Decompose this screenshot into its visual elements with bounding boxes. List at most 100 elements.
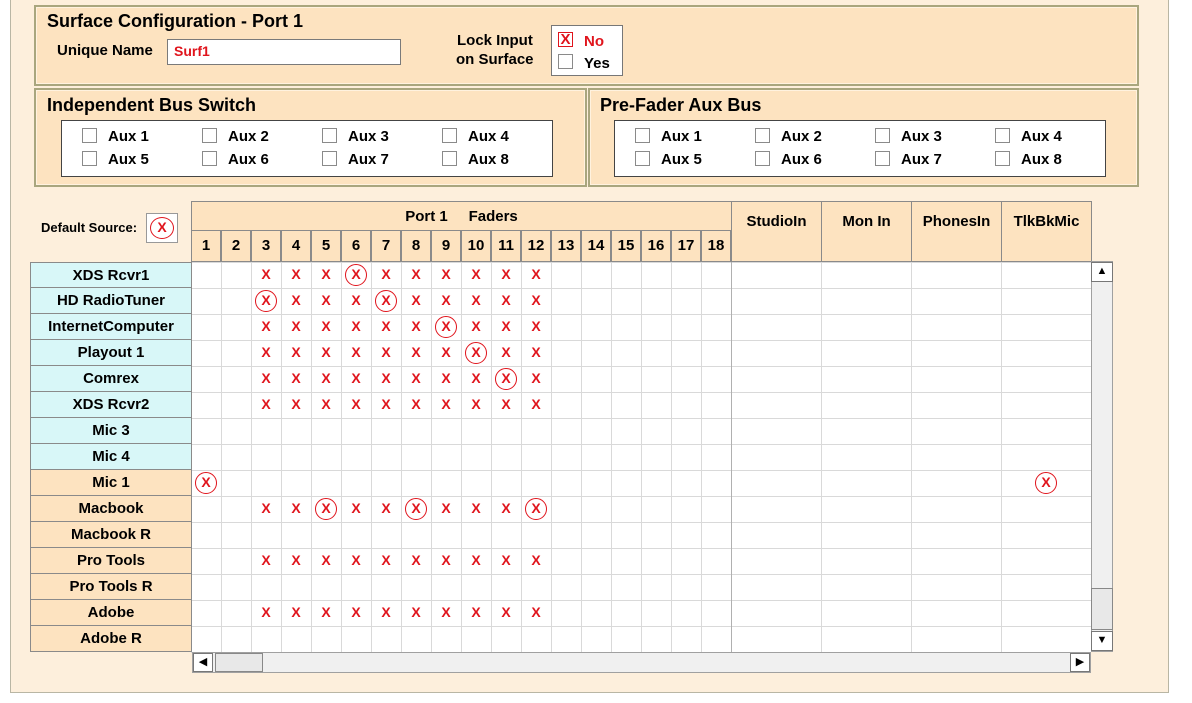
assignment-mark[interactable]: X	[468, 318, 484, 334]
assignment-mark[interactable]: X	[318, 552, 334, 568]
assignment-mark[interactable]: X	[258, 370, 274, 386]
assignment-mark[interactable]: X	[288, 396, 304, 412]
pfa-aux-checkbox[interactable]	[995, 151, 1010, 166]
pfa-aux-checkbox[interactable]	[875, 151, 890, 166]
assignment-mark[interactable]: X	[498, 318, 514, 334]
source-row-label[interactable]: XDS Rcvr1	[30, 262, 192, 288]
pfa-aux-checkbox[interactable]	[755, 151, 770, 166]
assignment-mark[interactable]: X	[408, 318, 424, 334]
assignment-mark[interactable]: X	[438, 344, 454, 360]
ibs-aux-checkbox[interactable]	[202, 151, 217, 166]
ibs-aux-item[interactable]: Aux 3	[322, 128, 422, 146]
assignment-mark[interactable]: X	[468, 604, 484, 620]
assignment-mark[interactable]: X	[438, 500, 454, 516]
assignment-mark[interactable]: X	[528, 344, 544, 360]
horizontal-scrollbar[interactable]	[192, 652, 1091, 673]
assignment-mark[interactable]: X	[438, 266, 454, 282]
assignment-mark[interactable]: X	[498, 266, 514, 282]
ibs-aux-checkbox[interactable]	[202, 128, 217, 143]
assignment-mark[interactable]: X	[378, 552, 394, 568]
assignment-mark[interactable]: X	[288, 370, 304, 386]
assignment-mark[interactable]: X	[288, 500, 304, 516]
assignment-mark[interactable]: X	[468, 500, 484, 516]
ibs-aux-item[interactable]: Aux 4	[442, 128, 542, 146]
assignment-mark-selected[interactable]: X	[345, 264, 367, 286]
assignment-mark[interactable]: X	[438, 370, 454, 386]
assignment-mark[interactable]: X	[348, 396, 364, 412]
assignment-mark[interactable]: X	[528, 292, 544, 308]
assignment-mark[interactable]: X	[408, 604, 424, 620]
assignment-mark[interactable]: X	[258, 344, 274, 360]
assignment-mark[interactable]: X	[378, 604, 394, 620]
assignment-mark[interactable]: X	[528, 266, 544, 282]
assignment-mark-selected[interactable]: X	[405, 498, 427, 520]
default-source-mark[interactable]: X	[150, 217, 174, 239]
assignment-mark-selected[interactable]: X	[255, 290, 277, 312]
assignment-mark[interactable]: X	[378, 266, 394, 282]
assignment-mark[interactable]: X	[528, 552, 544, 568]
assignment-mark[interactable]: X	[348, 604, 364, 620]
source-row-label[interactable]: Adobe R	[30, 626, 192, 652]
assignment-mark[interactable]: X	[288, 266, 304, 282]
source-row-label[interactable]: Adobe	[30, 600, 192, 626]
assignment-mark[interactable]: X	[318, 370, 334, 386]
assignment-mark[interactable]: X	[468, 266, 484, 282]
assignment-mark[interactable]: X	[438, 552, 454, 568]
ibs-aux-checkbox[interactable]	[82, 128, 97, 143]
assignment-mark[interactable]: X	[348, 318, 364, 334]
ibs-aux-item[interactable]: Aux 6	[202, 151, 302, 169]
assignment-mark[interactable]: X	[258, 604, 274, 620]
pfa-aux-checkbox[interactable]	[995, 128, 1010, 143]
assignment-mark[interactable]: X	[468, 396, 484, 412]
assignment-mark[interactable]: X	[258, 500, 274, 516]
assignment-mark[interactable]: X	[408, 266, 424, 282]
assignment-mark[interactable]: X	[528, 396, 544, 412]
pfa-aux-item[interactable]: Aux 6	[755, 151, 855, 169]
assignment-mark[interactable]: X	[468, 552, 484, 568]
scroll-up-arrow[interactable]: ▲	[1091, 262, 1113, 282]
assignment-mark[interactable]: X	[528, 318, 544, 334]
assignment-mark[interactable]: X	[528, 604, 544, 620]
assignment-mark[interactable]: X	[438, 604, 454, 620]
assignment-mark-selected[interactable]: X	[465, 342, 487, 364]
assignment-mark[interactable]: X	[288, 552, 304, 568]
pfa-aux-item[interactable]: Aux 2	[755, 128, 855, 146]
assignment-mark[interactable]: X	[498, 344, 514, 360]
pfa-aux-checkbox[interactable]	[635, 128, 650, 143]
pfa-aux-item[interactable]: Aux 3	[875, 128, 975, 146]
source-row-label[interactable]: Pro Tools	[30, 548, 192, 574]
unique-name-input[interactable]: Surf1	[167, 39, 401, 65]
assignment-mark[interactable]: X	[288, 318, 304, 334]
assignment-mark[interactable]: X	[408, 396, 424, 412]
assignment-mark[interactable]: X	[258, 396, 274, 412]
assignment-mark[interactable]: X	[408, 552, 424, 568]
assignment-mark[interactable]: X	[348, 552, 364, 568]
lock-yes-checkbox[interactable]	[558, 54, 573, 69]
pfa-aux-checkbox[interactable]	[755, 128, 770, 143]
assignment-mark-selected[interactable]: X	[1035, 472, 1057, 494]
ibs-aux-checkbox[interactable]	[322, 128, 337, 143]
source-row-label[interactable]: Macbook R	[30, 522, 192, 548]
assignment-mark[interactable]: X	[348, 500, 364, 516]
scroll-down-arrow[interactable]: ▼	[1091, 631, 1113, 651]
assignment-mark[interactable]: X	[468, 370, 484, 386]
ibs-aux-checkbox[interactable]	[442, 151, 457, 166]
ibs-aux-item[interactable]: Aux 1	[82, 128, 182, 146]
assignment-mark[interactable]: X	[348, 370, 364, 386]
assignment-mark[interactable]: X	[348, 344, 364, 360]
assignment-mark[interactable]: X	[498, 292, 514, 308]
assignment-mark[interactable]: X	[378, 500, 394, 516]
assignment-mark[interactable]: X	[408, 344, 424, 360]
assignment-mark[interactable]: X	[498, 604, 514, 620]
assignment-mark[interactable]: X	[378, 370, 394, 386]
assignment-mark-selected[interactable]: X	[315, 498, 337, 520]
ibs-aux-item[interactable]: Aux 7	[322, 151, 422, 169]
assignment-mark[interactable]: X	[258, 552, 274, 568]
assignment-mark[interactable]: X	[318, 266, 334, 282]
source-row-label[interactable]: Mic 3	[30, 418, 192, 444]
scroll-left-arrow[interactable]: ◀	[193, 653, 213, 672]
assignment-mark[interactable]: X	[318, 604, 334, 620]
assignment-mark[interactable]: X	[438, 292, 454, 308]
pfa-aux-item[interactable]: Aux 8	[995, 151, 1095, 169]
assignment-mark[interactable]: X	[528, 370, 544, 386]
